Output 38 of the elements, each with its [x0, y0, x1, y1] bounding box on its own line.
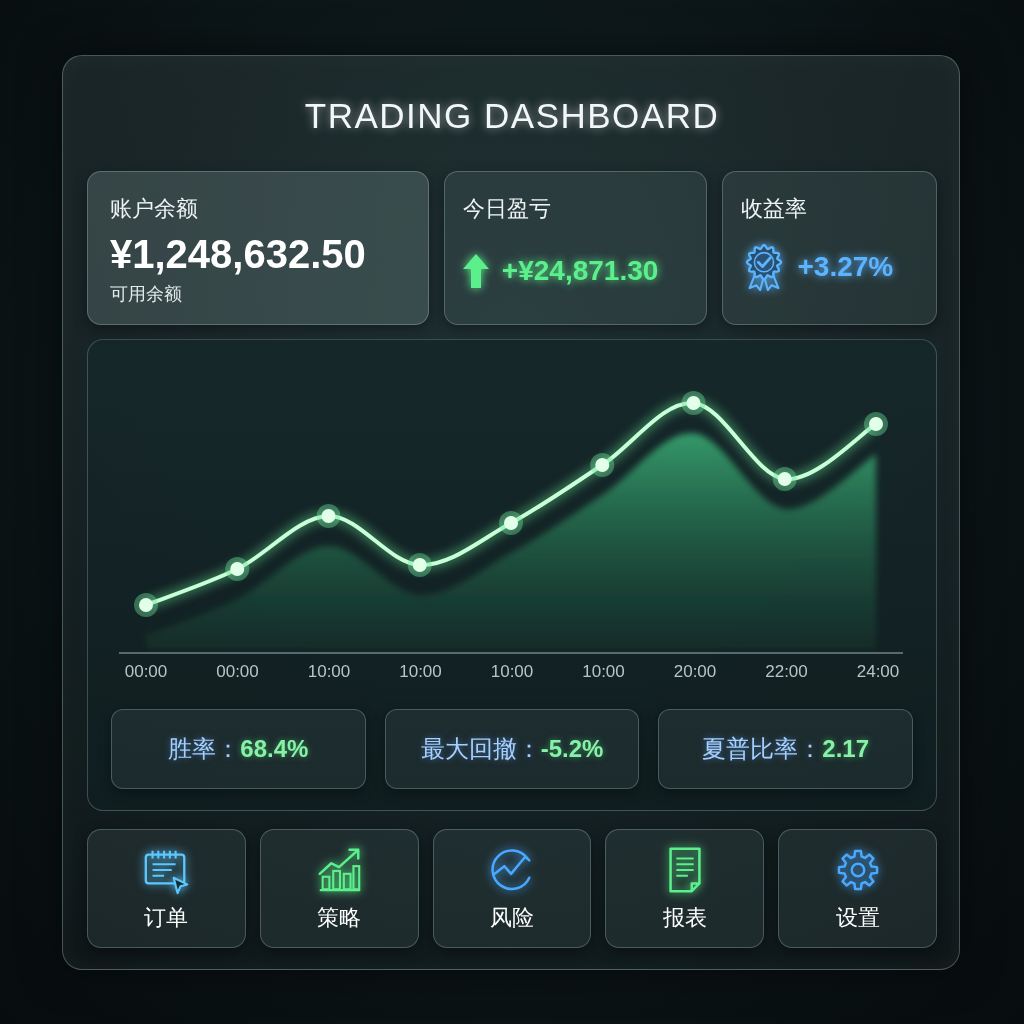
metric-value: -5.2% [540, 735, 604, 763]
card-value: +¥24,871.30 [501, 255, 659, 287]
card-label: 今日盈亏 [462, 195, 552, 223]
card-caption: 可用余额 [110, 283, 183, 306]
card-label: 账户余额 [110, 195, 199, 223]
axis-label: 20:00 [672, 661, 718, 683]
chart-point [134, 593, 158, 617]
metric-label: 夏普比率： [702, 734, 823, 764]
chart-point [316, 504, 341, 528]
axis-label: 10:00 [489, 661, 535, 683]
metric-value: 2.17 [822, 735, 869, 763]
nav-button[interactable]: 设置 [778, 829, 937, 948]
chart-point [499, 511, 523, 535]
card-value: ¥1,248,632.50 [110, 232, 367, 276]
chart-point [864, 412, 888, 436]
chart-point [407, 553, 432, 577]
axis-label: 24:00 [855, 661, 901, 683]
nav-button[interactable]: 订单 [87, 829, 246, 948]
nav-button[interactable]: 报表 [605, 829, 765, 948]
axis-label: 10:00 [398, 661, 443, 683]
metric-label: 最大回撤： [420, 734, 541, 764]
nav-button[interactable]: 策略 [259, 829, 419, 948]
metric-value: 68.4% [240, 735, 309, 763]
axis-label: 00:00 [215, 661, 260, 683]
chart-point [590, 453, 615, 477]
dashboard-title: TRADING DASHBOARD [303, 95, 721, 137]
card-label: 收益率 [741, 195, 809, 223]
metric-label: 胜率： [168, 734, 241, 764]
chart-point [225, 557, 250, 581]
arrow-up-icon [462, 254, 489, 288]
chart-point [772, 467, 797, 491]
nav-button[interactable]: 风险 [432, 829, 592, 948]
axis-label: 22:00 [764, 661, 809, 683]
axis-label: 00:00 [123, 661, 169, 683]
axis-label: 10:00 [581, 661, 626, 683]
card-value: +3.27% [797, 251, 894, 283]
axis-label: 10:00 [306, 661, 352, 683]
chart-point [681, 391, 706, 415]
